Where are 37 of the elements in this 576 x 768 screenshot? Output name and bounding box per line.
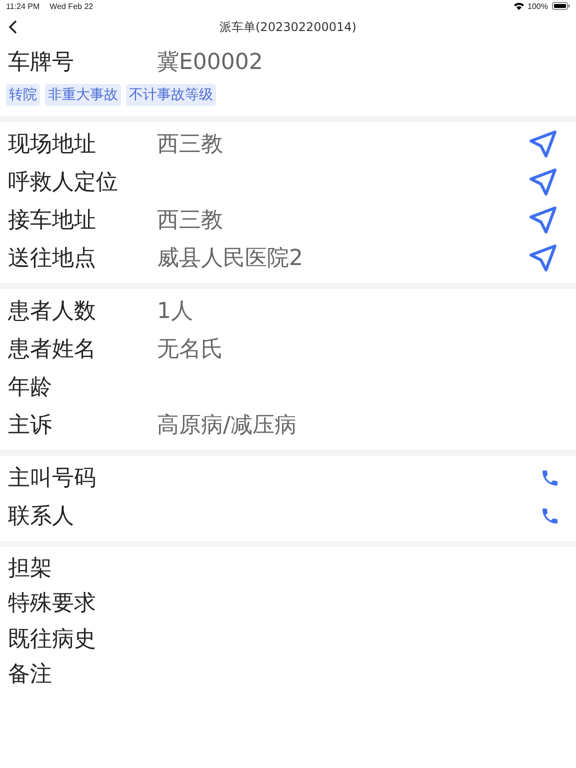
field-label: 接车地址: [8, 207, 97, 235]
field-label: 备注: [8, 661, 53, 690]
battery-icon: [552, 2, 570, 10]
field-value: 威县人民医院2: [157, 246, 303, 271]
field-value: 冀E00002: [157, 49, 264, 77]
navigate-button[interactable]: [528, 129, 558, 159]
field-label: 呼救人定位: [8, 169, 119, 197]
tag: 不计事故等级: [126, 84, 216, 106]
navigate-button[interactable]: [528, 167, 558, 197]
field-value: 高原病/减压病: [157, 413, 296, 438]
field-label: 送往地点: [8, 245, 97, 273]
navigate-button[interactable]: [528, 243, 558, 273]
field-label: 车牌号: [8, 49, 75, 77]
field-label: 联系人: [8, 503, 75, 531]
status-date: Wed Feb 22: [50, 2, 94, 10]
phone-button[interactable]: [540, 468, 560, 488]
tag: 非重大事故: [45, 84, 121, 106]
battery-percent: 100%: [528, 2, 548, 10]
wifi-icon: [514, 2, 524, 10]
field-value: 1人: [157, 299, 193, 324]
field-label: 担架: [8, 554, 53, 583]
field-label: 既往病史: [8, 626, 97, 654]
field-label: 现场地址: [8, 131, 97, 159]
field-label: 患者姓名: [8, 336, 97, 364]
field-label: 年龄: [8, 374, 53, 402]
field-label: 患者人数: [8, 298, 97, 326]
navigate-button[interactable]: [528, 205, 558, 235]
status-time: 11:24 PM: [6, 2, 40, 10]
tag: 转院: [6, 84, 40, 106]
field-value: 无名氏: [157, 337, 223, 362]
page-title: 派车单(202302200014): [220, 18, 356, 36]
field-value: 西三教: [157, 132, 223, 157]
field-label: 特殊要求: [8, 590, 97, 618]
field-value: 西三教: [157, 208, 223, 233]
phone-button[interactable]: [540, 506, 560, 526]
field-label: 主叫号码: [8, 465, 97, 493]
field-label: 主诉: [8, 412, 53, 440]
